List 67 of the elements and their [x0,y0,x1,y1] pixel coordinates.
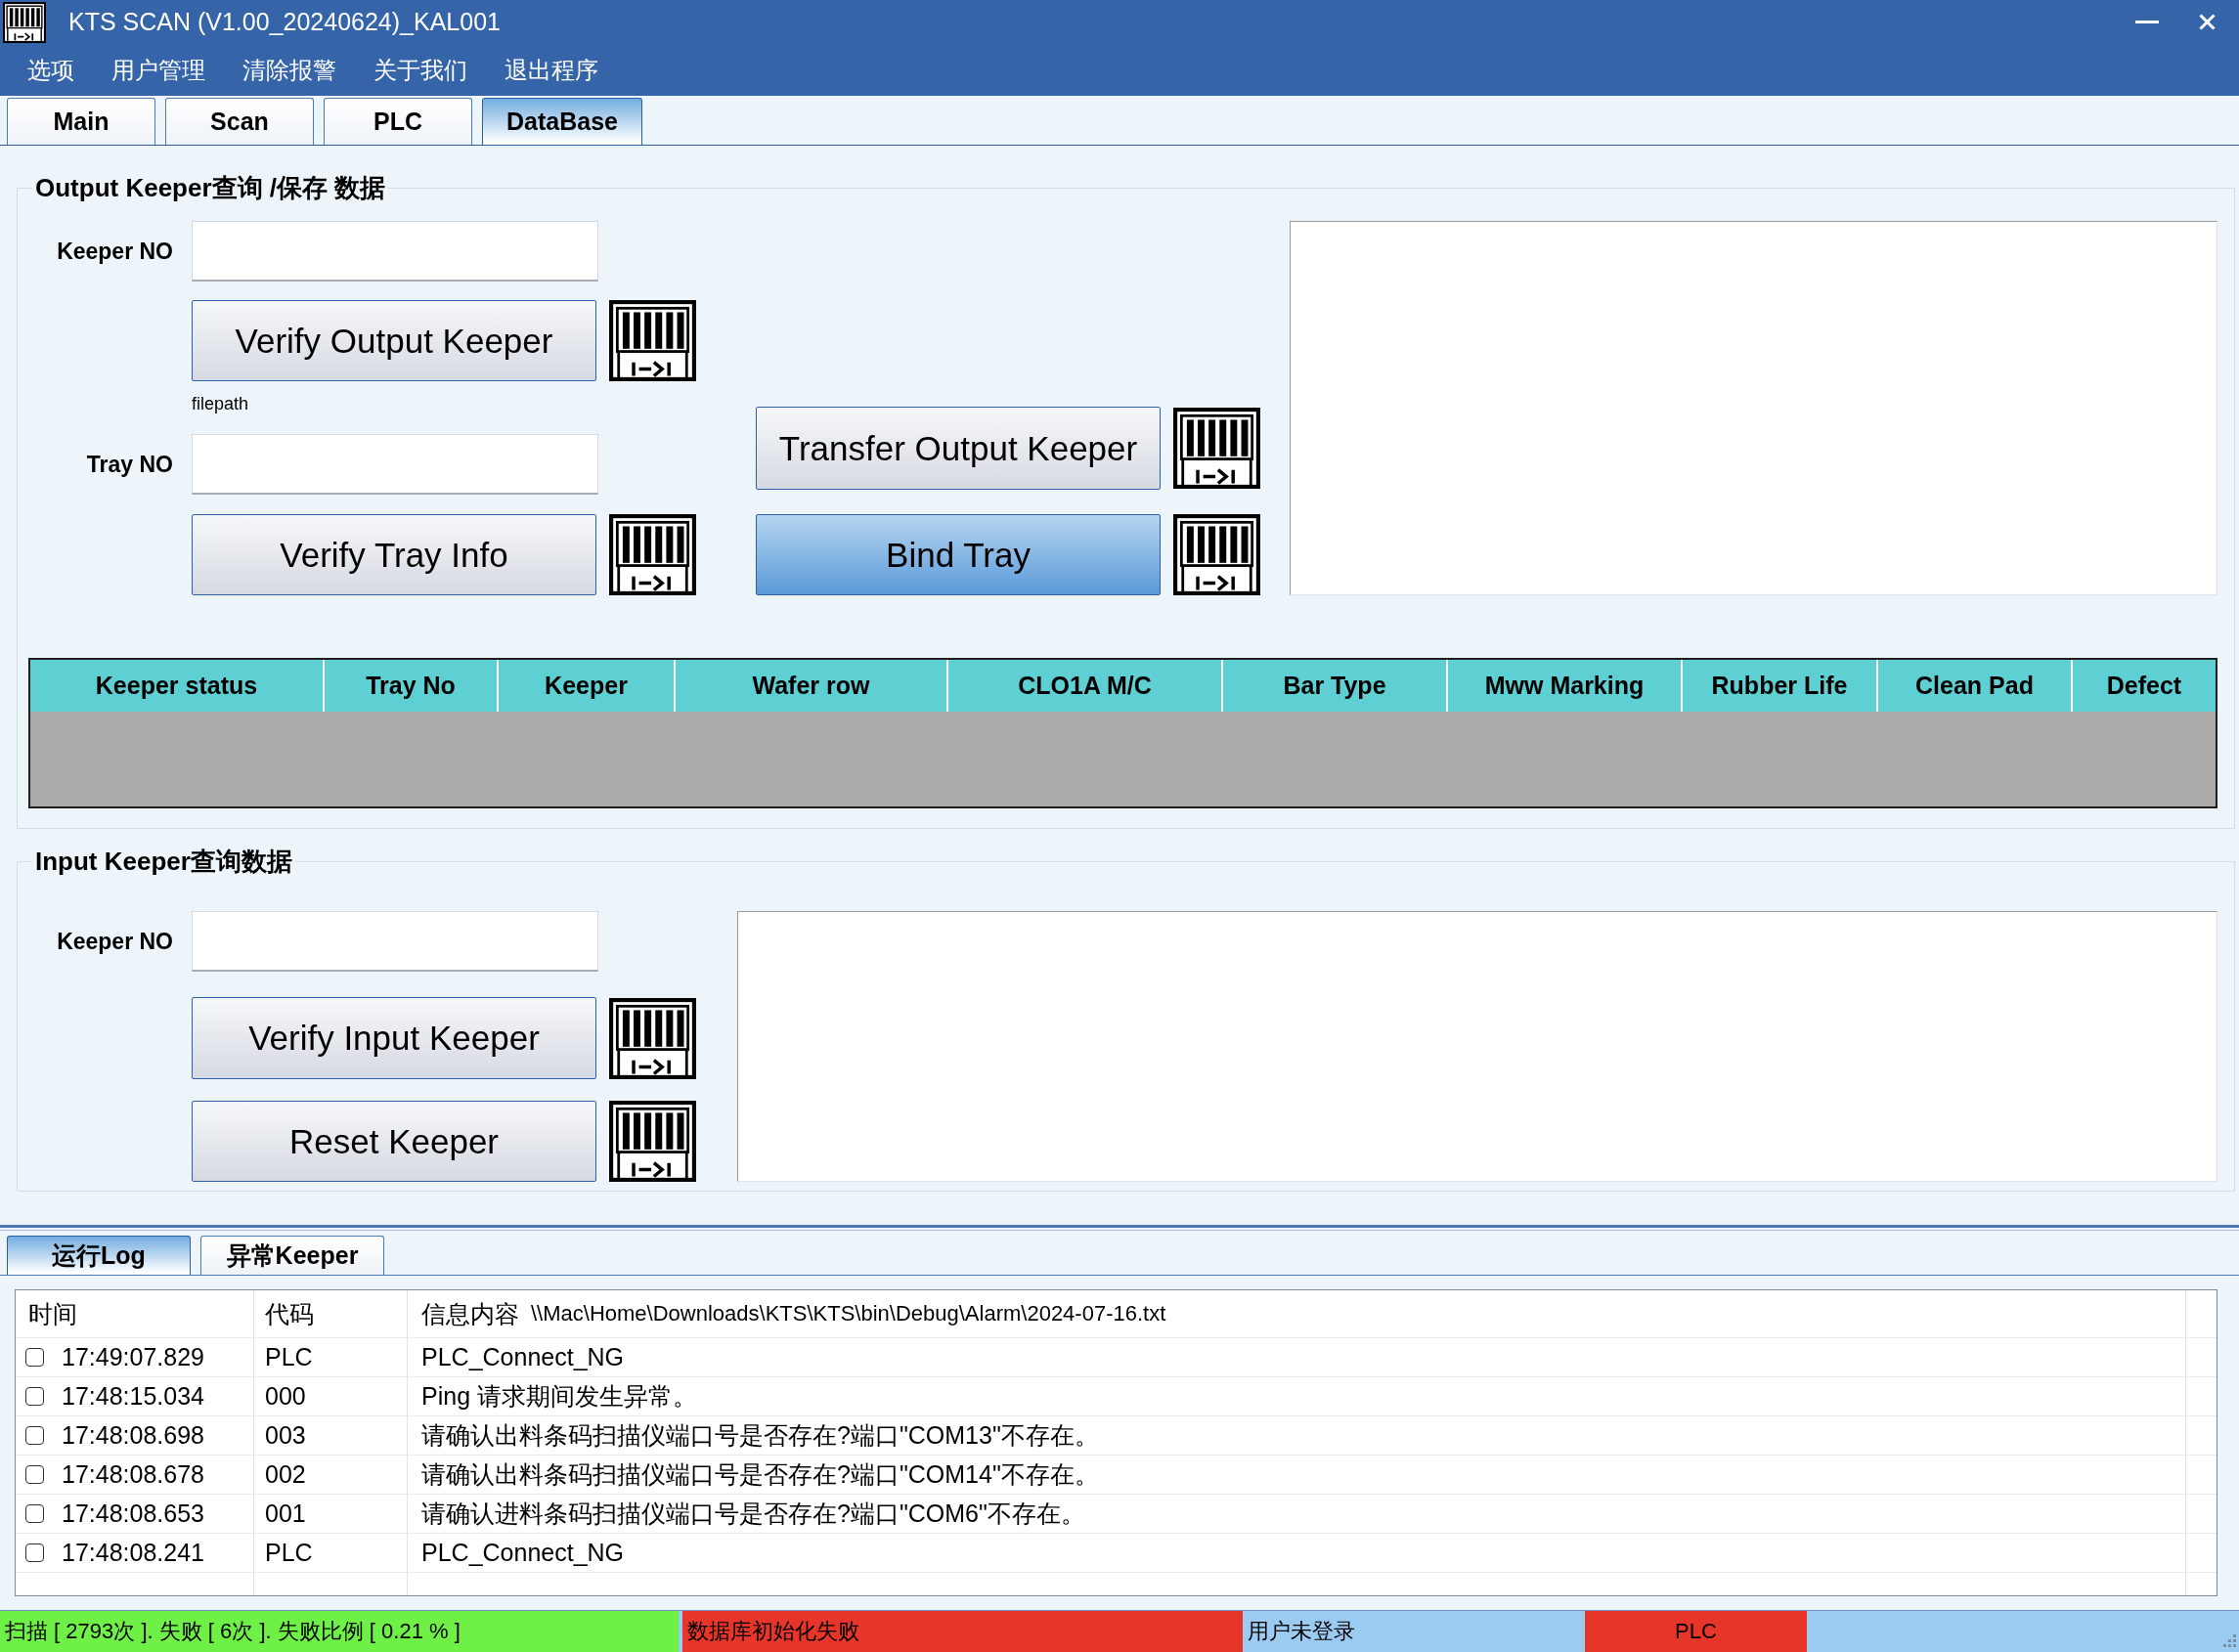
log-message: 请确认进料条码扫描仪端口号是否存在?端口"COM6"不存在。 [421,1499,1085,1529]
tab[interactable]: Scan [165,98,314,145]
log-time: 17:48:08.678 [62,1460,204,1489]
barcode-icon [1173,408,1260,489]
field-label: Tray NO [85,451,173,478]
tab[interactable]: Main [7,98,155,145]
log-code: PLC [265,1539,313,1567]
menu-item[interactable]: 清除报警 [224,50,355,90]
log-time: 17:48:08.698 [62,1421,204,1450]
log-code: PLC [265,1343,313,1371]
log-time: 17:48:08.241 [62,1539,204,1567]
log-message: PLC_Connect_NG [421,1539,625,1567]
barcode-icon [609,1101,696,1182]
window-title: KTS SCAN (V1.00_20240624)_KAL001 [68,8,501,36]
status-panel: 扫描 [ 2793次 ]. 失败 [ 6次 ]. 失败比例 [ 0.21 % ] [0,1611,679,1652]
keeper-no-field[interactable] [192,221,598,282]
log-code: 002 [265,1460,306,1489]
checkbox[interactable] [25,1426,44,1445]
column-header: 时间 [28,1298,77,1329]
verify-input-keeper-button[interactable]: Verify Input Keeper [192,997,596,1079]
menu-item[interactable]: 关于我们 [355,50,486,90]
column-header: 信息内容 [421,1298,519,1329]
verify-output-keeper-button[interactable]: Verify Output Keeper [192,300,596,381]
tab[interactable]: DataBase [482,98,642,145]
status-panel: PLC [1585,1611,1807,1652]
log-code: 003 [265,1421,306,1450]
status-panel: 数据库初始化失败 [682,1611,1243,1652]
tab[interactable]: 运行Log [7,1236,191,1275]
log-time: 17:48:15.034 [62,1382,204,1411]
keeper-no-field[interactable] [192,911,598,972]
bind-tray-button[interactable]: Bind Tray [756,514,1161,595]
checkbox[interactable] [25,1387,44,1406]
checkbox[interactable] [25,1504,44,1523]
tab[interactable]: 异常Keeper [200,1236,384,1275]
column-header: Defect [2105,671,2183,701]
log-message: Ping 请求期间发生异常。 [421,1381,697,1412]
barcode-icon [1173,514,1260,595]
group-title: Input Keeper查询数据 [34,846,293,877]
verify-tray-info-button[interactable]: Verify Tray Info [192,514,596,595]
column-header: 代码 [265,1298,314,1329]
log-time: 17:48:08.653 [62,1500,204,1528]
tab[interactable]: PLC [324,98,472,145]
menu-item[interactable]: 选项 [9,50,93,90]
checkbox[interactable] [25,1348,44,1367]
close-icon[interactable] [2199,14,2216,30]
barcode-icon [609,997,696,1079]
menu-item[interactable]: 用户管理 [93,50,224,90]
checkbox[interactable] [25,1465,44,1484]
barcode-icon [609,514,696,595]
barcode-icon [3,1,46,43]
log-message: 请确认出料条码扫描仪端口号是否存在?端口"COM14"不存在。 [421,1459,1099,1490]
log-message: 请确认出料条码扫描仪端口号是否存在?端口"COM13"不存在。 [421,1420,1099,1451]
barcode-icon [609,300,696,381]
tray-no-field[interactable] [192,434,598,495]
log-message: PLC_Connect_NG [421,1343,625,1371]
group-title: Output Keeper查询 /保存 数据 [34,172,387,203]
reset-keeper-button[interactable]: Reset Keeper [192,1101,596,1182]
field-label: Keeper NO [56,238,173,265]
file-path-text: \\Mac\Home\Downloads\KTS\KTS\bin\Debug\Alarm\2024-07-16.txt [531,1301,1166,1326]
log-time: 17:49:07.829 [62,1343,204,1371]
field-label: Keeper NO [56,928,173,955]
log-code: 000 [265,1382,306,1411]
checkbox[interactable] [25,1543,44,1562]
menu-item[interactable]: 退出程序 [486,50,617,90]
log-code: 001 [265,1500,306,1528]
transfer-output-keeper-button[interactable]: Transfer Output Keeper [756,407,1161,490]
filepath-label: filepath [192,393,249,414]
